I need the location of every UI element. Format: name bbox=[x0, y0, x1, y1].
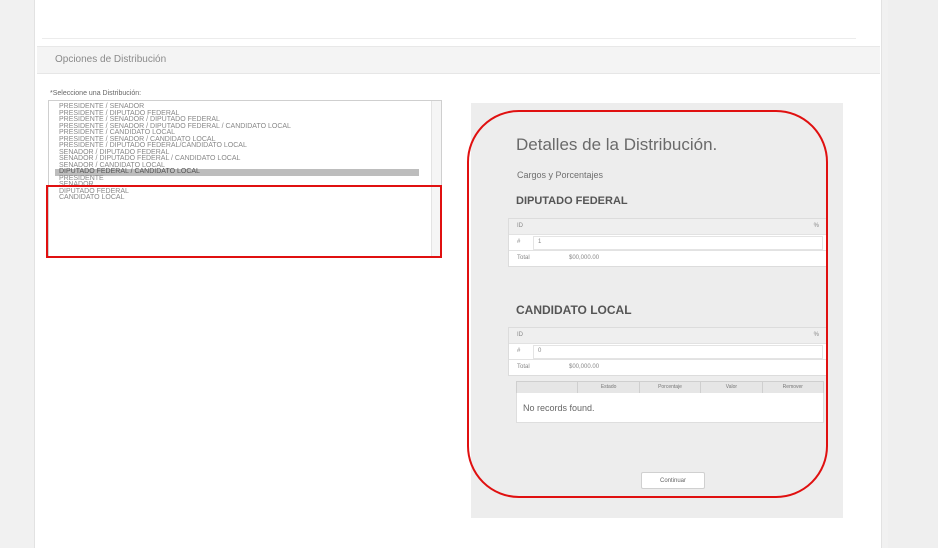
candidate-table: ID % # 1 Total $00,000.00 bbox=[508, 218, 828, 267]
total-label: Total bbox=[517, 255, 530, 261]
highlight-rectangle bbox=[46, 185, 442, 258]
percent-value: 0 bbox=[538, 348, 542, 354]
candidate-title: CANDIDATO LOCAL bbox=[516, 303, 632, 317]
percent-value: 1 bbox=[538, 239, 542, 245]
section-title: Opciones de Distribución bbox=[55, 54, 167, 65]
table-row: # 0 bbox=[509, 344, 827, 360]
grid-column-porcentaje[interactable]: Porcentaje bbox=[640, 382, 702, 393]
column-id-header: ID bbox=[517, 223, 523, 229]
percent-input[interactable]: 1 bbox=[533, 236, 823, 250]
section-header: Opciones de Distribución bbox=[37, 46, 880, 74]
candidate-title: DIPUTADO FEDERAL bbox=[516, 195, 628, 207]
table-header-row: ID % bbox=[509, 328, 827, 344]
continue-button[interactable]: Continuar bbox=[641, 472, 705, 489]
empty-message: No records found. bbox=[523, 403, 595, 413]
column-percent-header: % bbox=[813, 223, 819, 229]
records-grid-body: No records found. bbox=[516, 393, 824, 423]
grid-column-remover[interactable]: Remover bbox=[763, 382, 823, 393]
column-percent-header: % bbox=[813, 332, 819, 338]
details-subtitle: Cargos y Porcentajes bbox=[517, 170, 604, 180]
total-label: Total bbox=[517, 364, 530, 370]
row-label: # bbox=[517, 239, 521, 245]
distribution-select-label: *Seleccione una Distribución: bbox=[50, 90, 142, 97]
candidate-table: ID % # 0 Total $00,000.00 bbox=[508, 327, 828, 376]
total-value: $00,000.00 bbox=[569, 364, 600, 370]
table-row: # 1 bbox=[509, 235, 827, 251]
details-title: Detalles de la Distribución. bbox=[516, 135, 718, 154]
right-gutter bbox=[888, 0, 938, 548]
row-label: # bbox=[517, 348, 521, 354]
top-card bbox=[42, 0, 856, 39]
grid-column-valor[interactable]: Valor bbox=[701, 382, 763, 393]
percent-input[interactable]: 0 bbox=[533, 345, 823, 359]
grid-column-select[interactable] bbox=[517, 382, 579, 393]
grid-column-estado[interactable]: Estado bbox=[578, 382, 640, 393]
total-row: Total $00,000.00 bbox=[509, 360, 827, 375]
column-id-header: ID bbox=[517, 332, 523, 338]
table-header-row: ID % bbox=[509, 219, 827, 235]
total-value: $00,000.00 bbox=[569, 255, 600, 261]
total-row: Total $00,000.00 bbox=[509, 251, 827, 266]
